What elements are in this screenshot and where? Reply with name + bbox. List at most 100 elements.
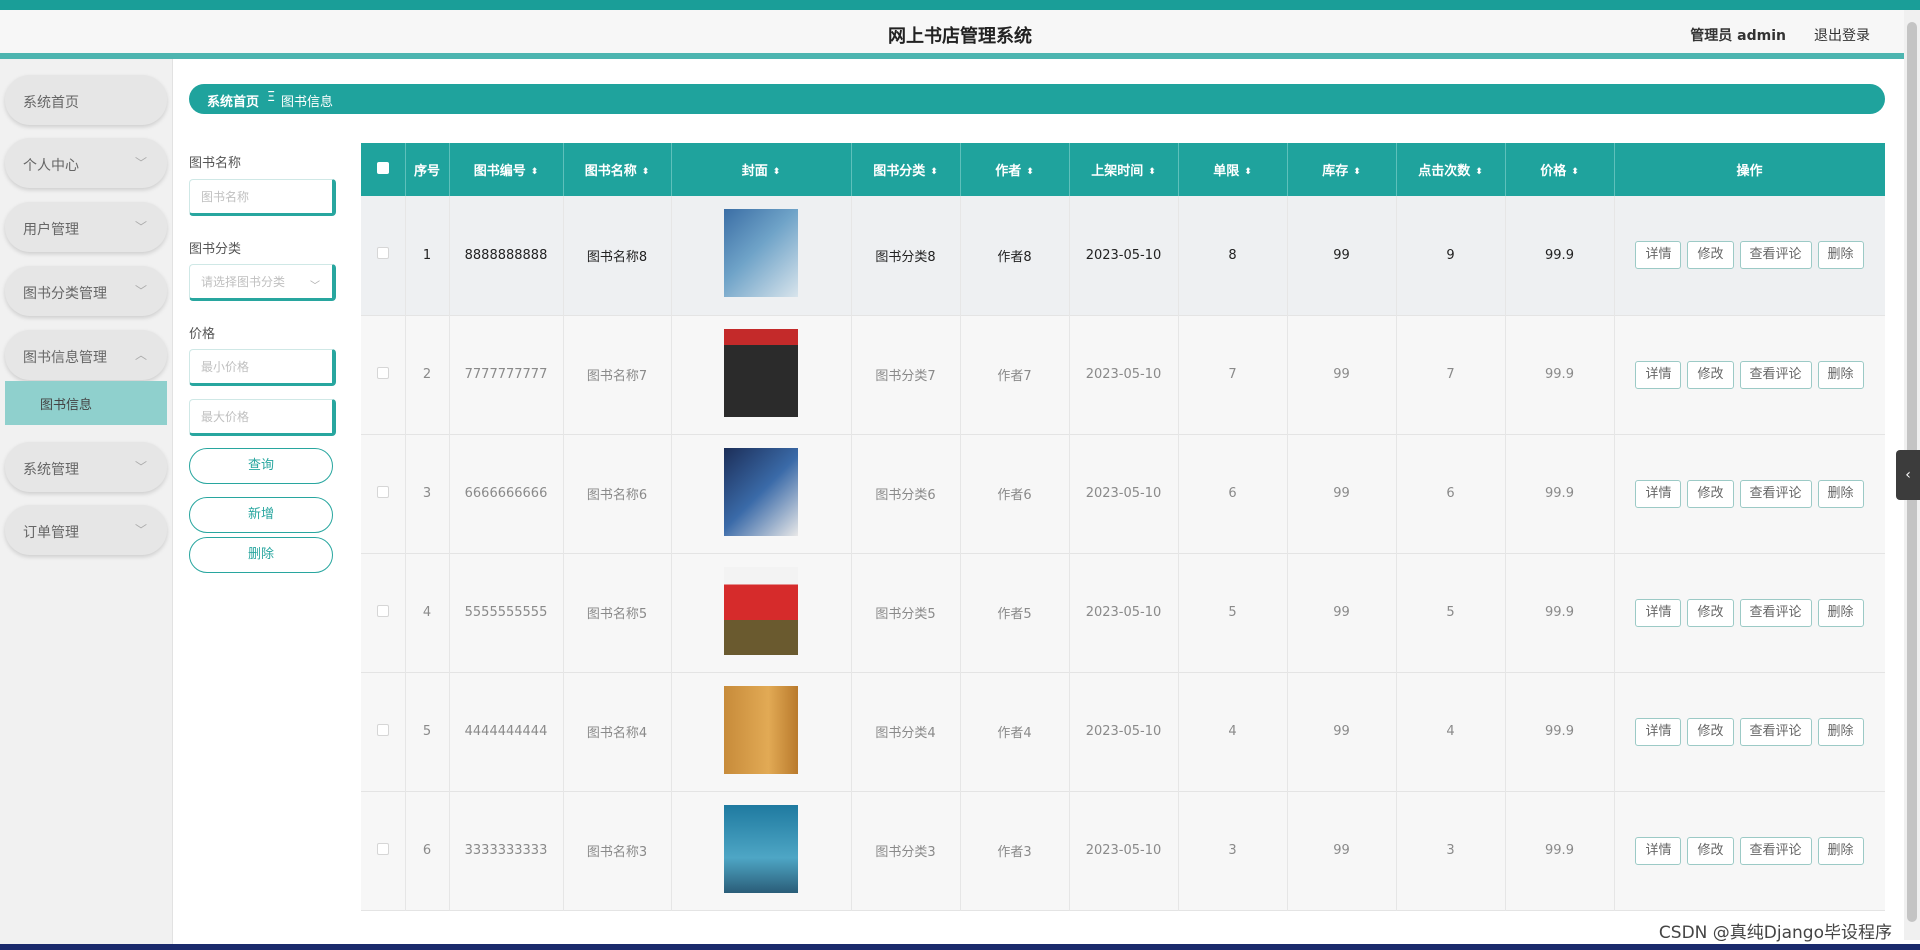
cell-cover (671, 791, 852, 910)
admin-user-label: 管理员 admin (1690, 28, 1786, 44)
view-comments-button[interactable]: 查看评论 (1739, 241, 1812, 270)
detail-button[interactable]: 详情 (1635, 836, 1682, 865)
price-filter-label: 价格 (189, 327, 216, 342)
sidebar-item-order-management[interactable]: 订单管理 ﹀ (5, 505, 167, 555)
table-row: 3 6666666666 图书名称6 图书分类6 作者6 2023-05-10 6 99 6 99… (361, 434, 1885, 553)
detail-button[interactable]: 详情 (1635, 360, 1682, 389)
sidebar-item-personal-center[interactable]: 个人中心 ﹀ (5, 138, 167, 188)
logout-link[interactable]: 退出登录 (1814, 25, 1870, 45)
collapse-panel-tab[interactable]: ‹ (1896, 450, 1920, 500)
cell-index: 2 (405, 315, 450, 434)
column-header-sortable[interactable]: 点击次数 ⬍ (1396, 143, 1506, 196)
book-cover-image[interactable] (724, 804, 798, 893)
table-row: 2 7777777777 图书名称7 图书分类7 作者7 2023-05-10 7 99 7 99… (361, 315, 1885, 434)
book-cover-image[interactable] (724, 566, 798, 655)
cell-category: 图书分类3 (851, 791, 961, 910)
book-category-filter-label: 图书分类 (189, 242, 242, 257)
sidebar-item-category-management[interactable]: 图书分类管理 ﹀ (5, 266, 167, 316)
detail-button[interactable]: 详情 (1635, 598, 1682, 627)
sidebar-item-book-info-management[interactable]: 图书信息管理 ︿ (5, 330, 167, 380)
view-comments-button[interactable]: 查看评论 (1739, 717, 1812, 746)
add-button[interactable]: 新增 (189, 497, 333, 533)
detail-button[interactable]: 详情 (1635, 241, 1682, 270)
delete-button[interactable]: 删除 (1817, 717, 1864, 746)
breadcrumb: 系统首页 Ξ 图书信息 (189, 84, 1885, 114)
edit-button[interactable]: 修改 (1687, 360, 1734, 389)
edit-button[interactable]: 修改 (1687, 479, 1734, 508)
sidebar-item-home[interactable]: 系统首页 (5, 75, 167, 125)
column-header-sortable[interactable]: 作者 ⬍ (960, 143, 1070, 196)
select-all-checkbox[interactable] (361, 143, 406, 196)
cell-author: 作者5 (960, 553, 1070, 672)
sidebar-subitem-book-info[interactable]: 图书信息 (5, 381, 167, 425)
view-comments-button[interactable]: 查看评论 (1739, 598, 1812, 627)
cell-cover (671, 434, 852, 553)
row-checkbox[interactable] (361, 672, 406, 791)
sidebar-item-user-management[interactable]: 用户管理 ﹀ (5, 202, 167, 252)
breadcrumb-current: 图书信息 (281, 95, 334, 110)
column-header-sortable[interactable]: 价格 ⬍ (1505, 143, 1615, 196)
cell-actions: 详情 修改 查看评论 删除 (1614, 315, 1885, 434)
breadcrumb-home[interactable]: 系统首页 (207, 91, 259, 110)
query-button[interactable]: 查询 (189, 448, 333, 484)
book-cover-image[interactable] (724, 685, 798, 774)
cell-clicks: 3 (1396, 791, 1506, 910)
cell-book-name: 图书名称7 (563, 315, 672, 434)
delete-button[interactable]: 删除 (1817, 479, 1864, 508)
column-header-sortable[interactable]: 图书编号 ⬍ (449, 143, 564, 196)
column-header-sortable[interactable]: 上架时间 ⬍ (1069, 143, 1179, 196)
detail-button[interactable]: 详情 (1635, 717, 1682, 746)
cell-book-name: 图书名称4 (563, 672, 672, 791)
delete-button[interactable]: 删除 (1817, 241, 1864, 270)
min-price-input[interactable] (189, 349, 336, 386)
column-header-sortable[interactable]: 库存 ⬍ (1287, 143, 1397, 196)
cell-book-name: 图书名称5 (563, 553, 672, 672)
cell-book-code: 7777777777 (449, 315, 564, 434)
cell-index: 1 (405, 196, 450, 315)
row-checkbox[interactable] (361, 791, 406, 910)
cell-book-code: 3333333333 (449, 791, 564, 910)
sidebar-item-label: 系统管理 (23, 462, 79, 478)
cell-author: 作者4 (960, 672, 1070, 791)
row-checkbox[interactable] (361, 553, 406, 672)
header-accent-line (0, 53, 1920, 59)
delete-button[interactable]: 删除 (1817, 360, 1864, 389)
detail-button[interactable]: 详情 (1635, 479, 1682, 508)
row-checkbox[interactable] (361, 315, 406, 434)
column-header-sortable[interactable]: 封面 ⬍ (671, 143, 852, 196)
book-cover-image[interactable] (724, 209, 798, 298)
cell-cover (671, 196, 852, 315)
edit-button[interactable]: 修改 (1687, 241, 1734, 270)
chevron-down-icon: ﹀ (134, 156, 147, 170)
edit-button[interactable]: 修改 (1687, 717, 1734, 746)
edit-button[interactable]: 修改 (1687, 598, 1734, 627)
book-cover-image[interactable] (724, 447, 798, 536)
row-checkbox[interactable] (361, 196, 406, 315)
cell-actions: 详情 修改 查看评论 删除 (1614, 434, 1885, 553)
delete-button[interactable]: 删除 (1817, 836, 1864, 865)
row-checkbox[interactable] (361, 434, 406, 553)
edit-button[interactable]: 修改 (1687, 836, 1734, 865)
cell-index: 3 (405, 434, 450, 553)
max-price-input[interactable] (189, 399, 336, 436)
column-header-sortable[interactable]: 图书名称 ⬍ (563, 143, 672, 196)
cell-stock: 99 (1287, 196, 1397, 315)
view-comments-button[interactable]: 查看评论 (1739, 479, 1812, 508)
cell-category: 图书分类4 (851, 672, 961, 791)
cell-price: 99.9 (1505, 434, 1615, 553)
book-name-input[interactable] (189, 179, 336, 216)
cell-actions: 详情 修改 查看评论 删除 (1614, 196, 1885, 315)
sidebar-item-system-management[interactable]: 系统管理 ﹀ (5, 442, 167, 492)
book-cover-image[interactable] (724, 328, 798, 417)
cell-limit: 4 (1178, 672, 1288, 791)
cell-actions: 详情 修改 查看评论 删除 (1614, 553, 1885, 672)
sidebar-subitem-label: 图书信息 (40, 398, 93, 413)
view-comments-button[interactable]: 查看评论 (1739, 360, 1812, 389)
column-header-sortable[interactable]: 单限 ⬍ (1178, 143, 1288, 196)
delete-selected-button[interactable]: 删除 (189, 537, 333, 573)
view-comments-button[interactable]: 查看评论 (1739, 836, 1812, 865)
column-header-sortable[interactable]: 图书分类 ⬍ (851, 143, 961, 196)
delete-button[interactable]: 删除 (1817, 598, 1864, 627)
sort-icon: ⬍ (772, 167, 781, 177)
cell-price: 99.9 (1505, 791, 1615, 910)
